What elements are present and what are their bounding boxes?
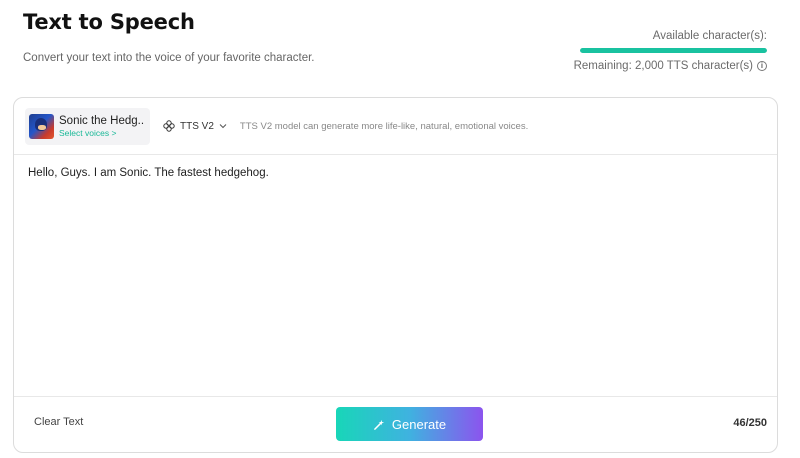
tts-toolbar: Sonic the Hedg... Select voices > TTS V2… bbox=[14, 98, 777, 155]
chevron-down-icon bbox=[219, 124, 227, 129]
character-count: 46/250 bbox=[733, 417, 767, 429]
model-description: TTS V2 model can generate more life-like… bbox=[239, 120, 529, 132]
voice-name: Sonic the Hedg... bbox=[59, 114, 145, 127]
quota-remaining: Remaining: 2,000 TTS character(s) i bbox=[574, 60, 767, 72]
page-subtitle: Convert your text into the voice of your… bbox=[23, 52, 315, 64]
generate-button[interactable]: Generate bbox=[336, 407, 483, 441]
text-input[interactable] bbox=[14, 155, 777, 398]
quota-label: Available character(s): bbox=[652, 30, 767, 42]
select-voices-link[interactable]: Select voices > bbox=[59, 128, 145, 138]
clear-text-button[interactable]: Clear Text bbox=[34, 416, 83, 428]
voice-text: Sonic the Hedg... Select voices > bbox=[59, 115, 145, 138]
page-title: Text to Speech bbox=[23, 10, 195, 34]
tts-footer: Clear Text Generate 46/250 bbox=[14, 396, 777, 452]
generate-label: Generate bbox=[391, 416, 447, 432]
quota-remaining-text: Remaining: 2,000 TTS character(s) bbox=[573, 60, 753, 72]
voice-selector[interactable]: Sonic the Hedg... Select voices > bbox=[25, 107, 150, 145]
quota-progress-fill bbox=[580, 48, 767, 53]
wand-icon bbox=[374, 419, 385, 430]
voice-avatar bbox=[29, 113, 54, 139]
tts-card: Sonic the Hedg... Select voices > TTS V2… bbox=[13, 97, 778, 453]
model-selector[interactable]: TTS V2 bbox=[163, 120, 227, 132]
quota-progress-bar bbox=[580, 48, 767, 53]
model-label: TTS V2 bbox=[180, 120, 214, 132]
info-icon[interactable]: i bbox=[757, 61, 767, 71]
model-icon bbox=[163, 120, 175, 132]
